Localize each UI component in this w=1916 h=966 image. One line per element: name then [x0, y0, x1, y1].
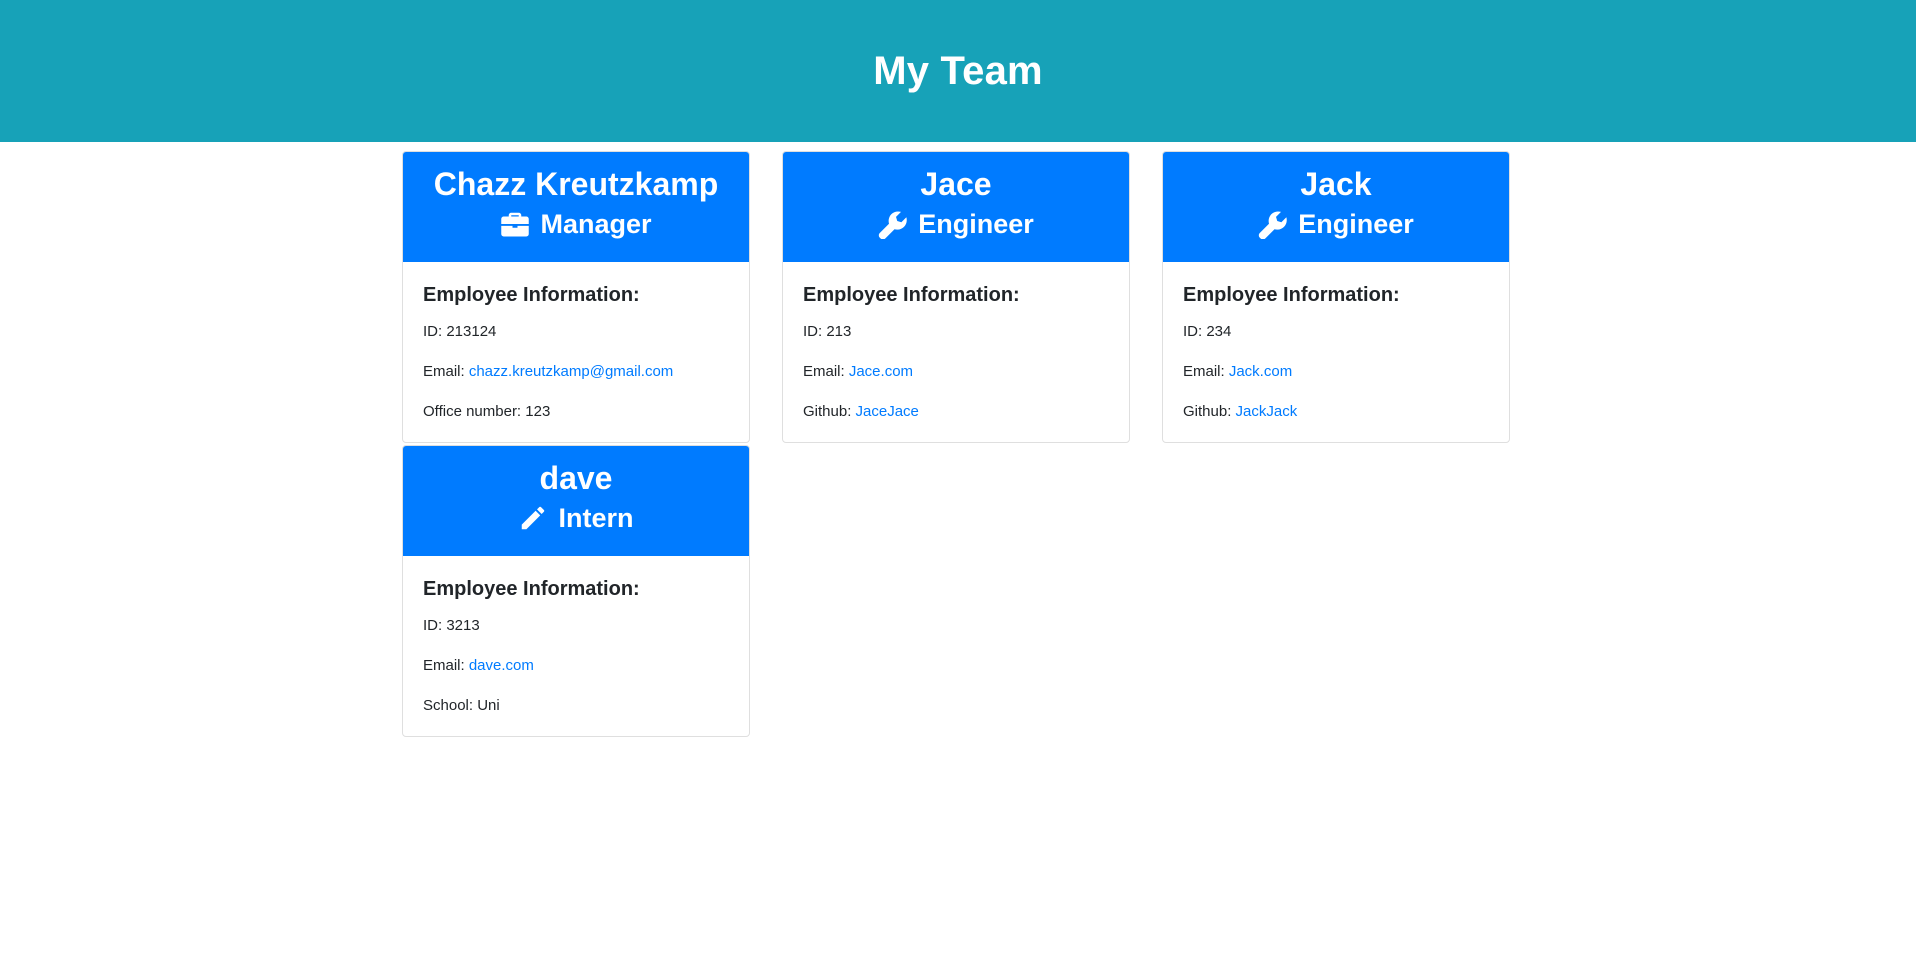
- card-body: Employee Information: ID: 213 Email: Jac…: [783, 262, 1129, 422]
- email-link[interactable]: dave.com: [469, 657, 534, 674]
- employee-card: Jack Engineer Employee Information: ID: …: [1162, 151, 1510, 443]
- card-body: Employee Information: ID: 213124 Email: …: [403, 262, 749, 422]
- employee-name: Jace: [920, 166, 992, 202]
- github-line: Github: JaceJace: [803, 403, 919, 420]
- role-label: Engineer: [1298, 209, 1414, 239]
- card-body: Employee Information: ID: 3213 Email: da…: [403, 556, 749, 716]
- email-link[interactable]: Jack.com: [1229, 363, 1292, 380]
- office-number: Office number: 123: [423, 403, 551, 420]
- employee-id: ID: 3213: [423, 617, 480, 634]
- employee-id: ID: 213124: [423, 323, 497, 340]
- page-header: My Team: [0, 0, 1916, 142]
- employee-name: Jack: [1300, 166, 1372, 202]
- card-header: dave Intern: [403, 446, 749, 556]
- employee-name: dave: [539, 460, 613, 496]
- employee-role: Manager: [403, 206, 749, 242]
- employee-card: dave Intern Employee Information: ID: 32…: [402, 445, 750, 737]
- card-header: Jace Engineer: [783, 152, 1129, 262]
- employee-id: ID: 213: [803, 323, 852, 340]
- card-header: Jack Engineer: [1163, 152, 1509, 262]
- email-link[interactable]: chazz.kreutzkamp@gmail.com: [469, 363, 673, 380]
- school-line: School: Uni: [423, 697, 500, 714]
- employee-id: ID: 234: [1183, 323, 1232, 340]
- employee-role: Intern: [403, 500, 749, 536]
- employee-role: Engineer: [783, 206, 1129, 242]
- card-body: Employee Information: ID: 234 Email: Jac…: [1163, 262, 1509, 422]
- employee-email: Email: Jace.com: [803, 363, 914, 380]
- employee-email: Email: chazz.kreutzkamp@gmail.com: [423, 363, 674, 380]
- card-header: Chazz Kreutzkamp Manager: [403, 152, 749, 262]
- employee-name: Chazz Kreutzkamp: [433, 166, 719, 202]
- page-title: My Team: [873, 48, 1043, 93]
- info-heading: Employee Information:: [803, 284, 1020, 306]
- employee-email: Email: Jack.com: [1183, 363, 1293, 380]
- pencil-icon: [518, 503, 548, 533]
- role-label: Manager: [540, 209, 652, 239]
- employee-card: Jace Engineer Employee Information: ID: …: [782, 151, 1130, 443]
- role-label: Engineer: [918, 209, 1034, 239]
- github-line: Github: JackJack: [1183, 403, 1298, 420]
- info-heading: Employee Information:: [1183, 284, 1400, 306]
- github-link[interactable]: JackJack: [1236, 403, 1298, 420]
- employee-card: Chazz Kreutzkamp Manager Employee Inform…: [402, 151, 750, 443]
- info-heading: Employee Information:: [423, 284, 640, 306]
- briefcase-icon: [500, 209, 530, 239]
- info-heading: Employee Information:: [423, 578, 640, 600]
- github-link[interactable]: JaceJace: [856, 403, 919, 420]
- wrench-icon: [878, 209, 908, 239]
- employee-email: Email: dave.com: [423, 657, 534, 674]
- role-label: Intern: [558, 503, 634, 533]
- employee-role: Engineer: [1163, 206, 1509, 242]
- wrench-icon: [1258, 209, 1288, 239]
- email-link[interactable]: Jace.com: [849, 363, 913, 380]
